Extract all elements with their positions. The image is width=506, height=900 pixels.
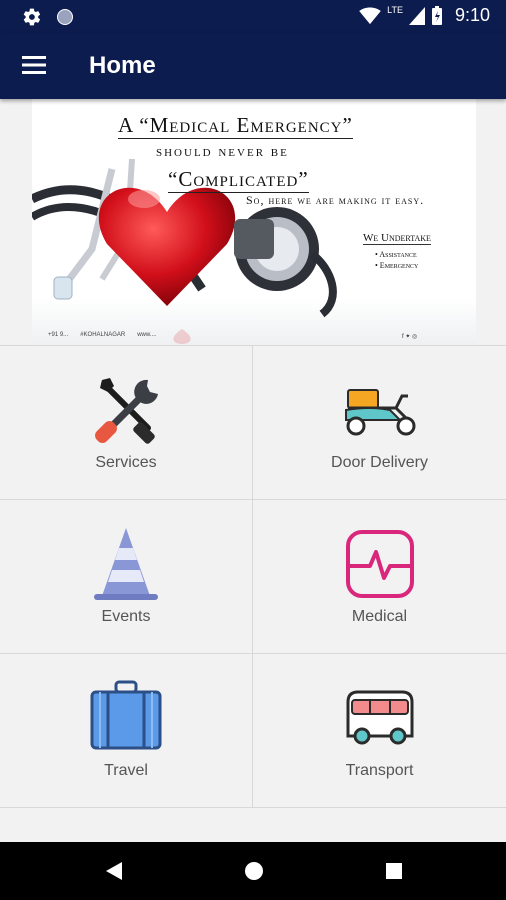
tools-icon — [95, 378, 158, 444]
bus-icon — [346, 690, 413, 745]
promo-banner[interactable]: A “Medical Emergency” should never be “C… — [32, 99, 476, 345]
network-type-label: LTE — [387, 4, 403, 15]
back-icon[interactable] — [104, 860, 124, 882]
scooter-icon — [344, 389, 415, 436]
medical-tile[interactable]: Medical — [253, 500, 506, 654]
banner-headline: A “Medical Emergency” — [118, 113, 353, 139]
banner-contacts: +91 9... #KOHALNAGAR www.... — [48, 332, 157, 338]
banner-undertake-item: • Emergency — [375, 261, 419, 270]
banner-website: www.... — [137, 332, 157, 338]
events-tile[interactable]: Events — [0, 500, 253, 654]
medical-label: Medical — [351, 608, 408, 625]
transport-label: Transport — [345, 762, 414, 779]
banner-tagline: So, here we are making it easy. — [246, 193, 425, 207]
services-tile[interactable]: Services — [0, 346, 253, 500]
social-icons: f ✦ ◎ — [402, 334, 418, 340]
wifi-icon — [359, 6, 381, 24]
suitcase-icon — [90, 680, 162, 750]
status-bar: LTE 9:10 — [0, 0, 506, 33]
banner-subline: should never be — [156, 144, 289, 160]
notification-dot-icon — [57, 9, 73, 25]
battery-icon — [431, 5, 442, 25]
clock-time: 9:10 — [454, 5, 490, 25]
door-delivery-label: Door Delivery — [331, 454, 428, 471]
page-title: Home — [89, 52, 156, 79]
settings-gear-icon — [23, 8, 41, 26]
services-label: Services — [95, 454, 157, 471]
hamburger-menu-icon[interactable] — [22, 54, 48, 76]
events-label: Events — [101, 608, 151, 625]
app-bar: Home — [0, 33, 506, 99]
cellular-signal-icon — [408, 6, 425, 25]
home-icon[interactable] — [243, 860, 265, 882]
heartbeat-icon — [345, 530, 414, 598]
transport-tile[interactable]: Transport — [253, 654, 506, 808]
travel-tile[interactable]: Travel — [0, 654, 253, 808]
banner-undertake-item: • Assistance — [375, 250, 417, 259]
banner-undertake-title: We Undertake — [363, 232, 431, 245]
banner-phone: +91 9... — [48, 332, 69, 338]
banner-headline-2: “Complicated” — [168, 167, 309, 193]
category-grid: Services Door Delivery Events Medical Tr… — [0, 345, 506, 809]
travel-label: Travel — [104, 762, 148, 779]
banner-undertake-list: • Assistance • Emergency — [375, 249, 418, 271]
cone-icon — [94, 528, 158, 600]
door-delivery-tile[interactable]: Door Delivery — [253, 346, 506, 500]
system-nav-bar — [0, 842, 506, 900]
recents-icon[interactable] — [384, 860, 404, 882]
banner-handle: #KOHALNAGAR — [80, 332, 126, 338]
